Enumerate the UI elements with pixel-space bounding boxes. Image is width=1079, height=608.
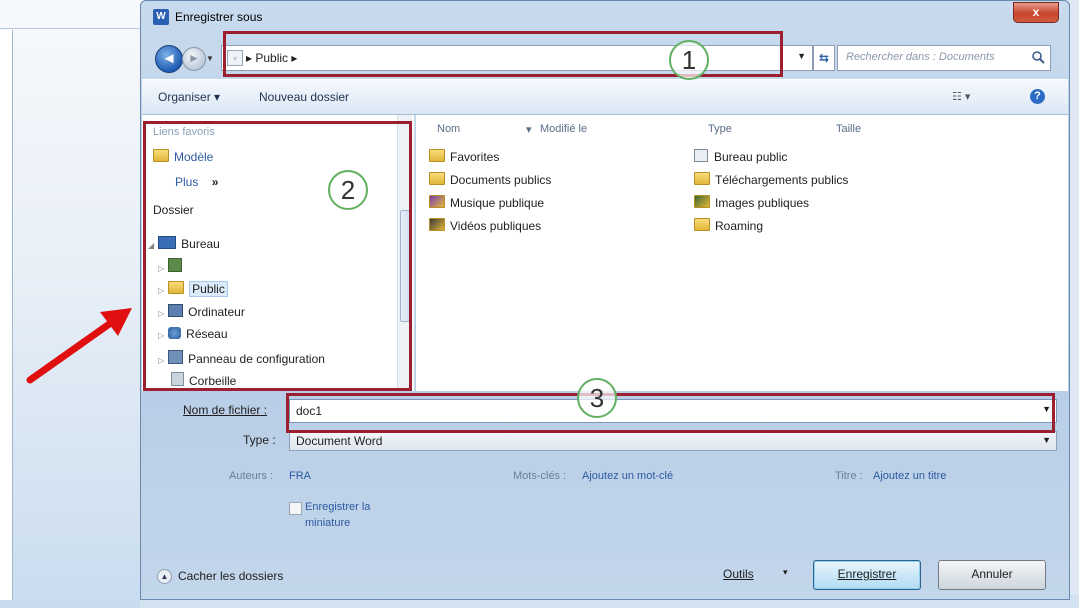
- file-name: Favorites: [450, 150, 500, 164]
- background-divider: [0, 28, 150, 29]
- authors-label: Auteurs :: [229, 470, 274, 482]
- word-app-icon: W: [153, 9, 169, 25]
- title-field-label: Titre :: [835, 470, 863, 482]
- list-item[interactable]: Roaming: [694, 218, 763, 233]
- search-placeholder: Rechercher dans : Documents: [846, 51, 995, 63]
- keywords-label: Mots-clés :: [513, 470, 567, 482]
- authors-value[interactable]: FRA: [289, 470, 311, 482]
- folder-icon: [429, 172, 445, 185]
- recent-pages-dropdown[interactable]: ▼: [206, 54, 214, 63]
- sort-arrow-icon: ▾: [526, 124, 532, 136]
- list-item[interactable]: Images publiques: [694, 195, 809, 210]
- background-panel: [0, 30, 13, 600]
- help-icon[interactable]: ?: [1030, 89, 1045, 104]
- list-item[interactable]: Favorites: [429, 149, 499, 164]
- annotation-marker-3: 3: [577, 378, 617, 418]
- file-name: Téléchargements publics: [715, 173, 849, 187]
- folder-icon: [429, 149, 445, 162]
- refresh-icon: ⇆: [818, 51, 830, 65]
- list-item[interactable]: Documents publics: [429, 172, 551, 187]
- file-name: Bureau public: [714, 150, 788, 164]
- refresh-button[interactable]: ⇆: [813, 45, 835, 71]
- back-arrow-icon: ◄: [161, 50, 177, 67]
- annotation-marker-1: 1: [669, 40, 709, 80]
- keywords-value[interactable]: Ajoutez un mot-clé: [582, 470, 673, 482]
- video-folder-icon: [429, 218, 445, 231]
- desktop-shortcut-icon: [694, 149, 708, 162]
- type-value: Document Word: [296, 434, 383, 448]
- search-input[interactable]: Rechercher dans : Documents: [837, 45, 1051, 71]
- annotation-box-navigation: [143, 121, 412, 391]
- type-dropdown-icon[interactable]: ▼: [1042, 435, 1051, 445]
- filename-label: Nom de fichier :: [183, 403, 268, 417]
- save-thumbnail-label-line2[interactable]: miniature: [305, 517, 350, 529]
- address-dropdown-icon[interactable]: ▼: [797, 51, 806, 61]
- save-button[interactable]: Enregistrer: [813, 560, 921, 590]
- back-button[interactable]: ◄: [155, 45, 183, 73]
- file-name: Images publiques: [715, 196, 810, 210]
- search-icon[interactable]: [1030, 49, 1046, 65]
- save-thumbnail-label-line1[interactable]: Enregistrer la: [305, 501, 370, 513]
- list-item[interactable]: Musique publique: [429, 195, 544, 210]
- command-toolbar: Organiser ▾ Nouveau dossier ☷ ▾ ?: [142, 79, 1068, 115]
- column-header-size[interactable]: Taille: [836, 123, 861, 135]
- close-button[interactable]: x: [1013, 2, 1059, 23]
- file-name: Roaming: [715, 219, 764, 233]
- cancel-button[interactable]: Annuler: [938, 560, 1046, 590]
- new-folder-button[interactable]: Nouveau dossier: [259, 90, 349, 104]
- column-header-modified[interactable]: Modifié le: [540, 123, 587, 135]
- organize-button[interactable]: Organiser ▾: [158, 90, 220, 104]
- save-thumbnail-checkbox[interactable]: [289, 502, 302, 515]
- chevron-down-icon: ▼: [206, 54, 214, 63]
- file-name: Documents publics: [450, 173, 552, 187]
- folder-icon: [694, 172, 710, 185]
- list-item[interactable]: Téléchargements publics: [694, 172, 848, 187]
- music-folder-icon: [429, 195, 445, 208]
- forward-arrow-icon: ►: [188, 51, 200, 65]
- type-label: Type :: [243, 433, 276, 447]
- save-button-label: Enregistrer: [837, 567, 897, 581]
- title-field-value[interactable]: Ajoutez un titre: [873, 470, 946, 482]
- file-list: Nom ▾ Modifié le Type Taille Favorites D…: [416, 115, 1068, 391]
- list-item[interactable]: Bureau public: [694, 149, 787, 164]
- red-arrow-icon: [26, 308, 132, 384]
- annotation-box-filename: [286, 393, 1055, 433]
- view-options-button[interactable]: ☷ ▾: [952, 90, 970, 103]
- tools-dropdown-icon[interactable]: ▾: [783, 567, 788, 578]
- file-name: Vidéos publiques: [450, 219, 542, 233]
- annotation-marker-2: 2: [328, 170, 368, 210]
- collapse-arrow-icon[interactable]: ▲: [157, 569, 172, 584]
- dialog-title: Enregistrer sous: [175, 10, 263, 24]
- file-name: Musique publique: [450, 196, 545, 210]
- title-bar[interactable]: W Enregistrer sous x: [141, 1, 1069, 31]
- hide-folders-button[interactable]: Cacher les dossiers: [178, 569, 283, 583]
- column-header-type[interactable]: Type: [708, 123, 732, 135]
- pictures-folder-icon: [694, 195, 710, 208]
- type-select[interactable]: Document Word ▼: [289, 431, 1057, 451]
- column-header-name[interactable]: Nom: [437, 123, 460, 135]
- list-item[interactable]: Vidéos publiques: [429, 218, 541, 233]
- forward-button[interactable]: ►: [182, 47, 206, 71]
- tools-button[interactable]: Outils: [723, 567, 754, 581]
- folder-icon: [694, 218, 710, 231]
